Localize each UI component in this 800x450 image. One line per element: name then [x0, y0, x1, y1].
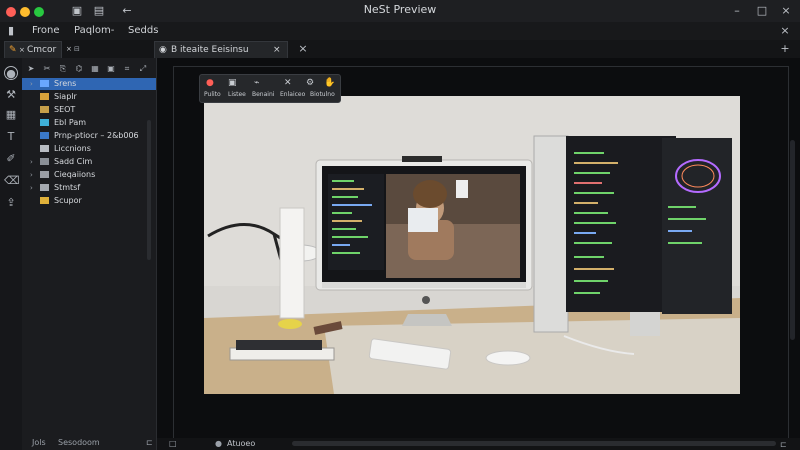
grid-icon[interactable]: ▦: [90, 64, 100, 74]
title-bar: ▣ ▤ ← NeSt Preview – □ ×: [0, 0, 800, 23]
tool-icon[interactable]: T: [4, 130, 18, 144]
tab-preview[interactable]: ◉ B iteaite Eeisinsu ×: [154, 41, 288, 58]
close-panel-icon[interactable]: ×: [778, 24, 792, 38]
tab-cmcor[interactable]: ✎ × Cmcor: [4, 41, 62, 58]
file-sidebar: ➤ ✂ ⎘ ⌬ ▦ ▣ ⌗ ⤢ › Srens Siaplr SEOT Ebl …: [22, 58, 157, 450]
tab-preview-icon: ◉: [159, 45, 167, 55]
split-close-icon[interactable]: ×: [296, 42, 310, 56]
tab-add-icon[interactable]: ×: [66, 41, 72, 57]
tab-preview-label: B iteaite Eeisinsu: [171, 45, 249, 55]
popup-label-biotulno: Biotulno: [310, 91, 335, 98]
popup-label-enlaiceo: Enlaiceo: [280, 91, 306, 98]
tab-label: Cmcor: [27, 45, 57, 55]
popup-label-benaini: Benaini: [252, 91, 275, 98]
file-icon: [40, 106, 49, 113]
link-icon[interactable]: ⌬: [74, 64, 84, 74]
tool-icon[interactable]: ⚙: [306, 78, 314, 88]
tab-icon: ✎: [9, 45, 17, 55]
menu-item-sedds[interactable]: Sedds: [128, 25, 158, 36]
tab-bar: ✎ × Cmcor × ⊟ ◉ B iteaite Eeisinsu × × +: [0, 40, 800, 59]
sidebar-footer-left[interactable]: Jols: [32, 438, 46, 447]
folder-icon: [40, 184, 49, 191]
tree-item[interactable]: › Srens: [22, 78, 156, 90]
file-icon: [40, 93, 49, 100]
corner-icon[interactable]: ⊏: [780, 440, 787, 449]
tab-add[interactable]: × ⊟: [64, 41, 104, 57]
cut-icon[interactable]: ✂: [42, 64, 52, 74]
eraser-icon[interactable]: ⌫: [4, 174, 20, 188]
sidebar-scrollbar[interactable]: [147, 120, 151, 260]
restore-icon[interactable]: □: [755, 4, 769, 18]
popup-label-pulito: Pulito: [204, 91, 221, 98]
file-icon: [40, 145, 49, 152]
crop-icon[interactable]: ⌗: [122, 64, 132, 74]
canvas-vertical-scrollbar[interactable]: [790, 140, 795, 340]
tree-item[interactable]: Siaplr: [22, 91, 156, 103]
layers-icon[interactable]: ▦: [4, 108, 18, 122]
desk-photo: [204, 96, 740, 394]
file-icon: [40, 132, 49, 139]
folder-icon: [40, 171, 49, 178]
cut-icon[interactable]: ✕: [284, 78, 292, 88]
window-title: NeSt Preview: [363, 3, 437, 16]
folder-icon: [40, 197, 49, 204]
quick-tools-popup: ● ▣ ⌁ ✕ ⚙ ✋ Pulito Listee Benaini Enlaic…: [199, 74, 341, 103]
tree-item[interactable]: Prnp-ptiocr – 2&b006: [22, 130, 156, 142]
paste-icon[interactable]: ⎘: [58, 64, 68, 74]
menu-bar: ▮ Frone Paqlom- Sedds ×: [0, 22, 800, 40]
link-icon[interactable]: ⌁: [254, 78, 259, 88]
status-dot-icon: ●: [215, 439, 222, 448]
tree-item[interactable]: › Stmtsf: [22, 182, 156, 194]
menu-item-paqlom[interactable]: Paqlom-: [74, 25, 114, 36]
tree-item[interactable]: › Sadd Cim: [22, 156, 156, 168]
wrench-icon[interactable]: ⚒: [4, 88, 18, 102]
record-icon[interactable]: ●: [4, 66, 18, 80]
add-tab-icon[interactable]: +: [778, 42, 792, 56]
tab-close-icon[interactable]: ×: [19, 42, 25, 58]
sidebar-footer: Jols Sesodoom ⊏: [22, 438, 156, 450]
file-icon[interactable]: ▮: [4, 24, 18, 38]
export-icon[interactable]: ⇪: [4, 196, 18, 210]
canvas-status: Atuoeo: [227, 439, 256, 448]
menu-item-frone[interactable]: Frone: [32, 25, 60, 36]
pointer-icon[interactable]: ➤: [26, 64, 36, 74]
activity-bar: ● ⚒ ▦ T ✐ ⌫ ⇪: [0, 58, 23, 450]
record-icon[interactable]: ●: [206, 78, 214, 88]
preview-image[interactable]: [204, 96, 740, 394]
tree-item[interactable]: Liccnions: [22, 143, 156, 155]
tree-item[interactable]: SEOT: [22, 104, 156, 116]
tree-item[interactable]: Scupor: [22, 195, 156, 207]
zoom-icon[interactable]: □: [169, 439, 177, 448]
hand-icon[interactable]: ✋: [324, 78, 335, 88]
popup-label-listee: Listee: [228, 91, 246, 98]
fill-icon[interactable]: ▣: [106, 64, 116, 74]
tab-preview-close-icon[interactable]: ×: [273, 42, 281, 58]
collapse-icon[interactable]: ⊏: [146, 438, 153, 447]
folder-icon: [40, 158, 49, 165]
brush-icon[interactable]: ✐: [4, 152, 18, 166]
file-icon: [40, 80, 49, 87]
save-icon[interactable]: ▣: [228, 78, 237, 88]
close-icon[interactable]: ×: [779, 4, 793, 18]
tree-item[interactable]: › Cieqaiions: [22, 169, 156, 181]
canvas-horizontal-scrollbar[interactable]: [292, 441, 776, 446]
file-icon: [40, 119, 49, 126]
sidebar-toolbar: ➤ ✂ ⎘ ⌬ ▦ ▣ ⌗ ⤢: [26, 64, 152, 76]
sidebar-footer-right[interactable]: Sesodoom: [58, 438, 100, 447]
arrow-icon[interactable]: ⤢: [138, 64, 148, 74]
tree-item[interactable]: Ebl Pam: [22, 117, 156, 129]
minimize-icon[interactable]: –: [730, 4, 744, 18]
